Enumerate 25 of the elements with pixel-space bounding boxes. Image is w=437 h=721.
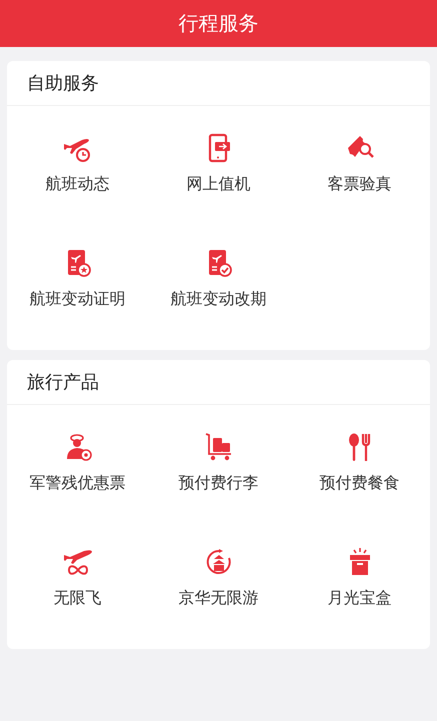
service-label: 月光宝盒 [328,588,392,609]
service-item[interactable]: 无限飞 [7,520,148,635]
service-label: 军警残优惠票 [30,473,126,494]
service-label: 航班变动证明 [30,289,126,310]
service-label: 预付费餐食 [320,473,400,494]
service-label: 航班变动改期 [170,289,266,310]
section-title: 自助服务 [7,61,430,106]
section-title: 旅行产品 [7,360,430,405]
service-item[interactable]: 月光宝盒 [289,520,430,635]
service-label: 京华无限游 [178,588,258,609]
service-item[interactable]: 京华无限游 [148,520,289,635]
service-item[interactable]: 客票验真 [289,106,430,221]
service-label: 无限飞 [54,588,102,609]
service-label: 网上值机 [186,174,250,195]
service-item[interactable]: 预付费行李 [148,405,289,520]
service-item[interactable]: 航班变动证明 [7,221,148,336]
service-item[interactable]: 航班变动改期 [148,221,289,336]
service-item[interactable]: 军警残优惠票 [7,405,148,520]
service-item[interactable]: 预付费餐食 [289,405,430,520]
service-label: 航班动态 [46,174,110,195]
page-title: 行程服务 [178,10,258,37]
service-item[interactable]: 网上值机 [148,106,289,221]
service-item[interactable]: 航班动态 [7,106,148,221]
service-label: 客票验真 [328,174,392,195]
service-label: 预付费行李 [178,473,258,494]
